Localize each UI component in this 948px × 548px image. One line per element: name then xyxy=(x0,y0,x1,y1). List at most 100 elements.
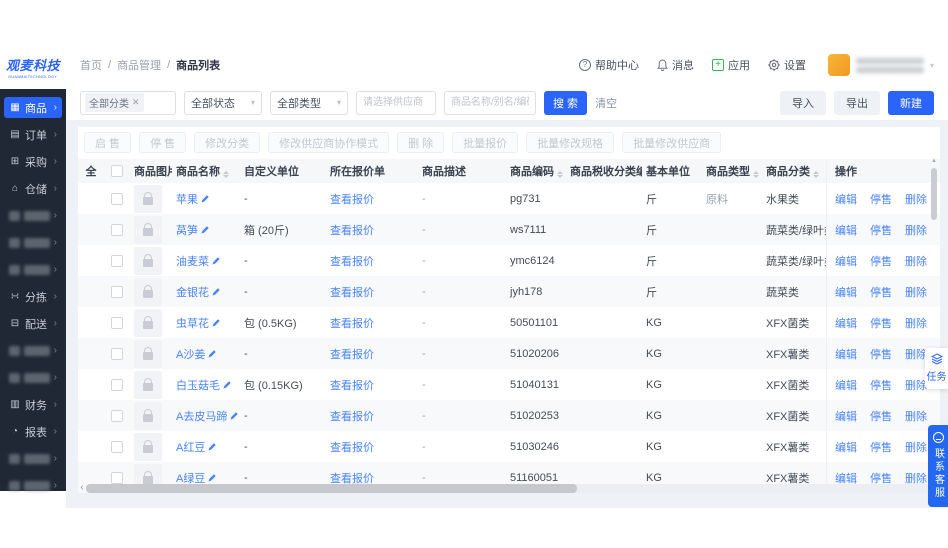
customer-service-widget[interactable]: 联系客服 xyxy=(928,425,948,507)
clear-filters-link[interactable]: 清空 xyxy=(595,95,617,111)
select-all-checkbox[interactable] xyxy=(111,165,123,177)
horizontal-scroll-thumb[interactable] xyxy=(86,483,577,493)
bulk-action-button[interactable]: 修改供应商协作模式 xyxy=(268,132,390,153)
edit-link[interactable]: 编辑 xyxy=(835,408,857,424)
row-checkbox[interactable] xyxy=(111,223,123,236)
view-quote-link[interactable]: 查看报价 xyxy=(330,349,374,361)
sidebar-item-redacted[interactable]: › xyxy=(4,232,62,253)
stop-sale-link[interactable]: 停售 xyxy=(870,439,892,455)
header-name[interactable]: 商品名称 xyxy=(172,163,240,179)
sidebar-item-reports[interactable]: ◔ 报表 › xyxy=(4,421,62,442)
edit-link[interactable]: 编辑 xyxy=(835,439,857,455)
sidebar-item-redacted[interactable]: › xyxy=(4,475,62,496)
product-name-link[interactable]: A沙姜 xyxy=(176,346,217,362)
view-quote-link[interactable]: 查看报价 xyxy=(330,318,374,330)
view-quote-link[interactable]: 查看报价 xyxy=(330,442,374,454)
product-name-link[interactable]: 白玉菇毛 xyxy=(176,377,231,393)
row-checkbox[interactable] xyxy=(111,347,123,360)
row-checkbox[interactable] xyxy=(111,440,123,453)
bulk-action-button[interactable]: 删 除 xyxy=(397,132,445,153)
row-checkbox[interactable] xyxy=(111,192,123,205)
horizontal-scroll-track[interactable] xyxy=(86,483,932,493)
sidebar-item-warehouse[interactable]: ⌂ 仓储 › xyxy=(4,178,62,199)
edit-link[interactable]: 编辑 xyxy=(835,315,857,331)
stop-sale-link[interactable]: 停售 xyxy=(870,346,892,362)
stop-sale-link[interactable]: 停售 xyxy=(870,222,892,238)
bulk-action-button[interactable]: 批量修改规格 xyxy=(526,132,615,153)
help-center-button[interactable]: ? 帮助中心 xyxy=(578,57,639,73)
row-checkbox[interactable] xyxy=(111,285,123,298)
view-quote-link[interactable]: 查看报价 xyxy=(330,287,374,299)
scroll-left-icon[interactable]: ‹ xyxy=(78,483,86,493)
sidebar-item-sorting[interactable]: ∺ 分拣 › xyxy=(4,286,62,307)
sidebar-item-redacted[interactable]: › xyxy=(4,205,62,226)
messages-button[interactable]: 消息 xyxy=(657,57,694,73)
product-name-link[interactable]: 虫草花 xyxy=(176,315,220,331)
sidebar-item-purchase[interactable]: ⊞ 采购 › xyxy=(4,151,62,172)
tasks-widget[interactable]: 任务 xyxy=(925,348,948,389)
delete-link[interactable]: 删除 xyxy=(905,408,927,424)
user-menu[interactable]: ▾ xyxy=(827,54,934,76)
delete-link[interactable]: 删除 xyxy=(905,315,927,331)
import-button[interactable]: 导入 xyxy=(780,90,826,115)
bulk-action-button[interactable]: 批量修改供应商 xyxy=(622,132,722,153)
bulk-action-button[interactable]: 修改分类 xyxy=(194,132,261,153)
header-type[interactable]: 商品类型 xyxy=(702,163,762,179)
bulk-action-button[interactable]: 批量报价 xyxy=(452,132,519,153)
edit-link[interactable]: 编辑 xyxy=(835,191,857,207)
category-filter-input[interactable]: 全部分类 ✕ xyxy=(80,90,176,115)
scroll-up-icon[interactable]: ▲ xyxy=(930,158,938,164)
type-select[interactable]: 全部类型 ▾ xyxy=(270,90,348,115)
status-select[interactable]: 全部状态 ▾ xyxy=(184,90,262,115)
product-name-link[interactable]: A红豆 xyxy=(176,439,217,455)
product-name-link[interactable]: A去皮马蹄 xyxy=(176,408,239,424)
delete-link[interactable]: 删除 xyxy=(905,284,927,300)
search-button[interactable]: 搜 索 xyxy=(544,90,588,115)
vertical-scroll-thumb[interactable] xyxy=(931,168,937,220)
header-category[interactable]: 商品分类 xyxy=(762,163,826,179)
edit-link[interactable]: 编辑 xyxy=(835,346,857,362)
delete-link[interactable]: 删除 xyxy=(905,191,927,207)
product-name-link[interactable]: 苹果 xyxy=(176,191,209,207)
sort-icon[interactable] xyxy=(557,171,563,178)
delete-link[interactable]: 删除 xyxy=(905,253,927,269)
horizontal-scrollbar[interactable]: ‹ › xyxy=(78,483,940,493)
product-name-link[interactable]: 莴笋 xyxy=(176,222,209,238)
product-name-link[interactable]: 金银花 xyxy=(176,284,220,300)
stop-sale-link[interactable]: 停售 xyxy=(870,284,892,300)
view-quote-link[interactable]: 查看报价 xyxy=(330,256,374,268)
delete-link[interactable]: 删除 xyxy=(905,346,927,362)
edit-link[interactable]: 编辑 xyxy=(835,284,857,300)
stop-sale-link[interactable]: 停售 xyxy=(870,377,892,393)
sidebar-item-redacted[interactable]: › xyxy=(4,340,62,361)
stop-sale-link[interactable]: 停售 xyxy=(870,191,892,207)
create-button[interactable]: 新建 xyxy=(888,90,934,115)
breadcrumb-product-management[interactable]: 商品管理 xyxy=(117,57,161,73)
delete-link[interactable]: 删除 xyxy=(905,439,927,455)
stop-sale-link[interactable]: 停售 xyxy=(870,315,892,331)
sidebar-item-redacted[interactable]: › xyxy=(4,448,62,469)
view-quote-link[interactable]: 查看报价 xyxy=(330,225,374,237)
sidebar-item-delivery[interactable]: ⊟ 配送 › xyxy=(4,313,62,334)
stop-sale-link[interactable]: 停售 xyxy=(870,408,892,424)
remove-tag-icon[interactable]: ✕ xyxy=(132,97,140,108)
delete-link[interactable]: 删除 xyxy=(905,377,927,393)
sidebar-item-orders[interactable]: ▤ 订单 › xyxy=(4,124,62,145)
sort-icon[interactable] xyxy=(753,171,759,178)
sidebar-item-redacted[interactable]: › xyxy=(4,259,62,280)
row-checkbox[interactable] xyxy=(111,316,123,329)
row-checkbox[interactable] xyxy=(111,254,123,267)
sidebar-item-finance[interactable]: ▥ 财务 › xyxy=(4,394,62,415)
edit-link[interactable]: 编辑 xyxy=(835,222,857,238)
sidebar-item-redacted[interactable]: › xyxy=(4,367,62,388)
breadcrumb-home[interactable]: 首页 xyxy=(80,57,102,73)
sort-icon[interactable] xyxy=(813,171,819,178)
product-name-link[interactable]: 油麦菜 xyxy=(176,253,220,269)
stop-sale-link[interactable]: 停售 xyxy=(870,253,892,269)
header-code[interactable]: 商品编码 xyxy=(506,163,566,179)
search-input[interactable] xyxy=(444,90,536,115)
view-quote-link[interactable]: 查看报价 xyxy=(330,380,374,392)
settings-button[interactable]: 设置 xyxy=(767,57,806,73)
row-checkbox[interactable] xyxy=(111,471,123,484)
export-button[interactable]: 导出 xyxy=(834,90,880,115)
